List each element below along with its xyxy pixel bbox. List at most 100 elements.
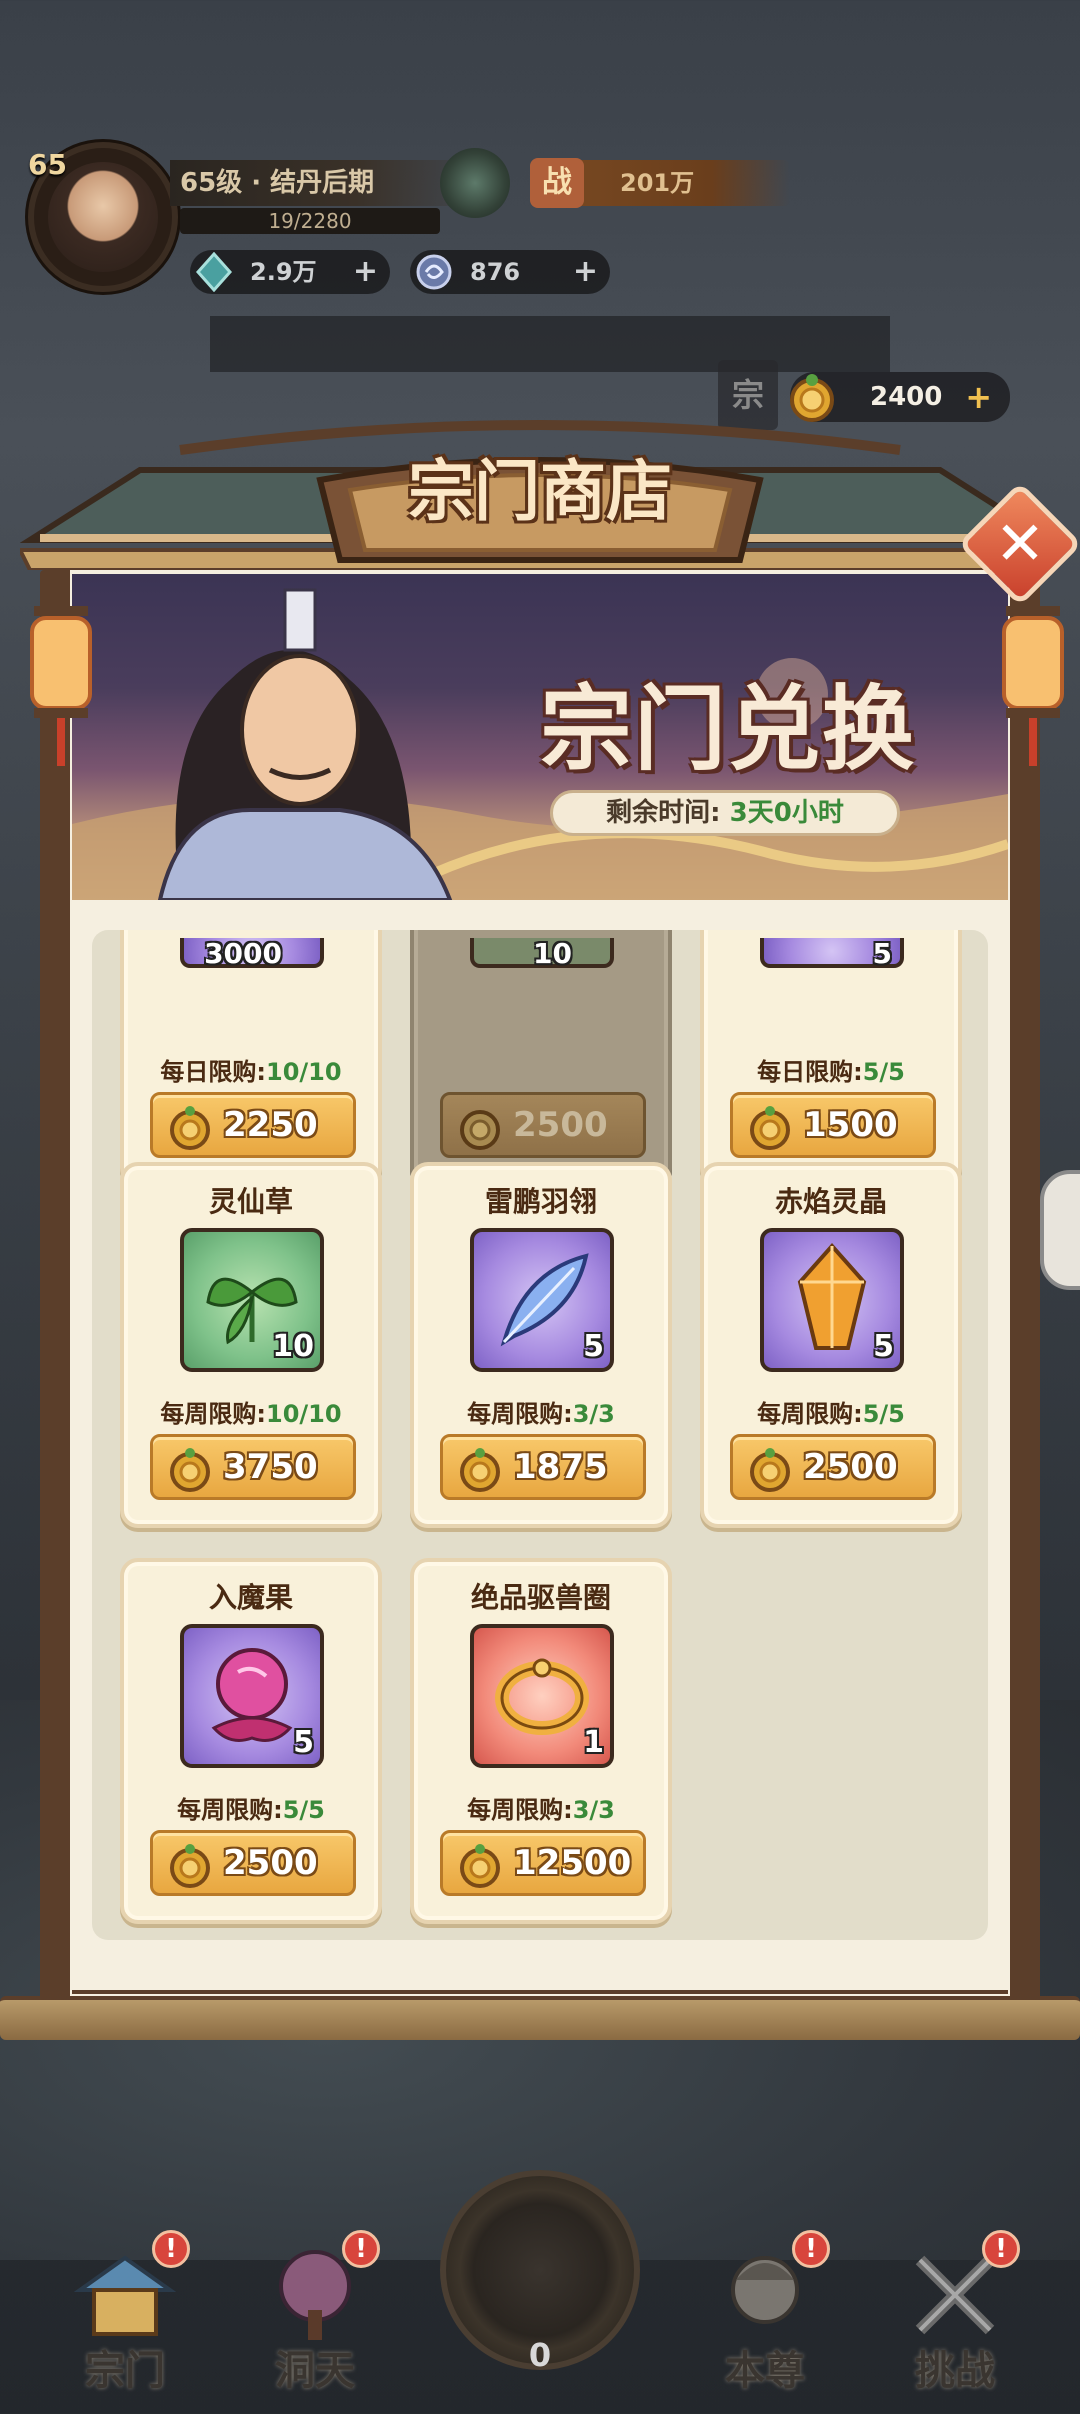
nav-item-sect[interactable]: ! 宗门	[40, 2230, 210, 2414]
limit-value: 10/10	[266, 1058, 342, 1086]
limit-label: 每周限购:	[160, 1400, 267, 1428]
purchase-limit: 每周限购:10/10	[124, 1394, 378, 1429]
item-image: 10	[180, 1228, 324, 1372]
sect-coin-icon	[460, 1844, 500, 1888]
add-diamond-button[interactable]: +	[353, 250, 378, 294]
frame-base	[0, 1996, 1080, 2040]
player-hud: 65 65级 · 结丹后期 19/2280 201万 战 2.9万 + 876 …	[0, 0, 1080, 400]
price-value: 3750	[223, 1447, 318, 1487]
item-image: 3000	[180, 937, 324, 970]
purchase-limit: 每日限购:10/10	[124, 1052, 378, 1087]
item-card[interactable]: 雷鹏羽翎 5 每周限购:3/3 1875	[410, 1162, 672, 1528]
sect-elder-portrait	[157, 588, 453, 900]
lantern-left-icon	[30, 606, 92, 766]
price-value: 2250	[223, 1105, 318, 1145]
remaining-time: 剩余时间: 3天0小时	[550, 790, 900, 836]
nav-label: 挑战	[915, 2347, 995, 2394]
limit-label: 每周限购:	[467, 1400, 573, 1428]
remaining-time-label: 剩余时间:	[606, 798, 721, 828]
player-level: 65	[28, 148, 67, 181]
realm-icon[interactable]	[440, 148, 510, 218]
item-image: 5	[760, 1228, 904, 1372]
shop-title: 宗门商店	[408, 452, 672, 530]
item-name: 赤焰灵晶	[774, 1185, 887, 1218]
add-spirit-button[interactable]: +	[573, 250, 598, 294]
limit-label: 每周限购:	[757, 1400, 863, 1428]
price-value: 1875	[513, 1447, 608, 1487]
buy-button[interactable]: 2250	[150, 1092, 356, 1158]
purchase-limit: 每周限购:3/3	[414, 1790, 668, 1825]
item-name: 雷鹏羽翎	[484, 1185, 597, 1218]
announcement-strip	[210, 316, 890, 372]
frame-divider	[72, 1990, 1008, 1994]
purchase-limit: 每周限购:5/5	[124, 1790, 378, 1825]
price-value: 2500	[803, 1447, 898, 1487]
item-count: 10	[272, 1329, 314, 1364]
player-title: 65级 · 结丹后期	[170, 160, 480, 206]
sect-coin-icon	[170, 1844, 210, 1888]
spirit-resource: 876 +	[410, 250, 610, 294]
sect-coin-icon	[460, 1448, 500, 1492]
item-count: 5	[293, 1725, 314, 1760]
limit-value: 10/10	[266, 1400, 342, 1428]
item-image: 5	[760, 937, 904, 970]
side-drawer-handle[interactable]	[1040, 1170, 1080, 1290]
item-image: 1	[470, 1624, 614, 1768]
notification-badge: !	[982, 2230, 1020, 2268]
item-card[interactable]: 入魔果 5 每周限购:5/5 2500	[120, 1558, 382, 1924]
buy-button[interactable]: 12500	[440, 1830, 646, 1896]
item-card[interactable]: 绝品驱兽圈 1 每周限购:3/3 12500	[410, 1558, 672, 1924]
purchase-limit: 每周限购:5/5	[704, 1394, 958, 1429]
limit-label: 每周限购:	[467, 1796, 573, 1824]
item-image: 10	[470, 937, 614, 970]
item-count: 10	[533, 937, 572, 970]
remaining-time-value: 3天0小时	[729, 798, 844, 828]
item-card[interactable]: 灵仙草 10 每周限购:10/10 3750	[120, 1162, 382, 1528]
item-card[interactable]: 3000 每日限购:10/10 2250	[120, 930, 382, 1186]
nav-label: 本尊	[725, 2347, 805, 2394]
nav-label: 洞天	[275, 2347, 355, 2394]
notification-badge: !	[152, 2230, 190, 2268]
item-name: 灵仙草	[208, 1185, 293, 1218]
close-icon[interactable]: ✕	[978, 502, 1062, 586]
diamond-value: 2.9万	[250, 258, 317, 286]
notification-badge: !	[792, 2230, 830, 2268]
item-card[interactable]: 5 每日限购:5/5 1500	[700, 930, 962, 1186]
item-name: 入魔果	[208, 1581, 293, 1614]
limit-label: 每日限购:	[757, 1058, 863, 1086]
item-card[interactable]: 赤焰灵晶 5 每周限购:5/5 2500	[700, 1162, 962, 1528]
nav-item-challenge[interactable]: ! 挑战	[870, 2230, 1040, 2414]
price-value: 2500	[513, 1105, 608, 1145]
spirit-icon	[416, 254, 452, 290]
buy-button[interactable]: 1500	[730, 1092, 936, 1158]
sect-coin-icon	[750, 1448, 790, 1492]
limit-value: 3/3	[572, 1400, 615, 1428]
limit-value: 3/3	[572, 1796, 615, 1824]
buy-button[interactable]: 3750	[150, 1434, 356, 1500]
price-value: 2500	[223, 1843, 318, 1883]
exp-bar: 19/2280	[180, 208, 440, 234]
limit-value: 5/5	[282, 1796, 325, 1824]
buy-button[interactable]: 2500	[730, 1434, 936, 1500]
buy-button[interactable]: 1875	[440, 1434, 646, 1500]
diamond-resource: 2.9万 +	[190, 250, 390, 294]
item-count: 1	[583, 1725, 604, 1760]
sect-coin-icon	[750, 1106, 790, 1150]
item-count: 5	[872, 937, 892, 970]
price-value: 12500	[513, 1843, 632, 1883]
limit-label: 每周限购:	[177, 1796, 283, 1824]
item-count: 3000	[204, 937, 282, 970]
item-name: 绝品驱兽圈	[470, 1581, 611, 1614]
buy-button[interactable]: 2500	[150, 1830, 356, 1896]
item-count: 5	[873, 1329, 894, 1364]
nav-label: 宗门	[85, 2347, 165, 2394]
limit-value: 5/5	[862, 1058, 905, 1086]
nav-item-self[interactable]: ! 本尊	[680, 2230, 850, 2414]
notification-badge: !	[342, 2230, 380, 2268]
item-list[interactable]: 3000 每日限购:10/10 2250 10 2500 5 每日限购:5/5 …	[92, 930, 988, 1940]
purchase-limit: 每周限购:3/3	[414, 1394, 668, 1429]
spirit-value: 876	[470, 258, 521, 286]
nav-item-cave[interactable]: ! 洞天	[230, 2230, 400, 2414]
banner-title: 宗门兑换	[540, 675, 917, 783]
item-image: 5	[180, 1624, 324, 1768]
